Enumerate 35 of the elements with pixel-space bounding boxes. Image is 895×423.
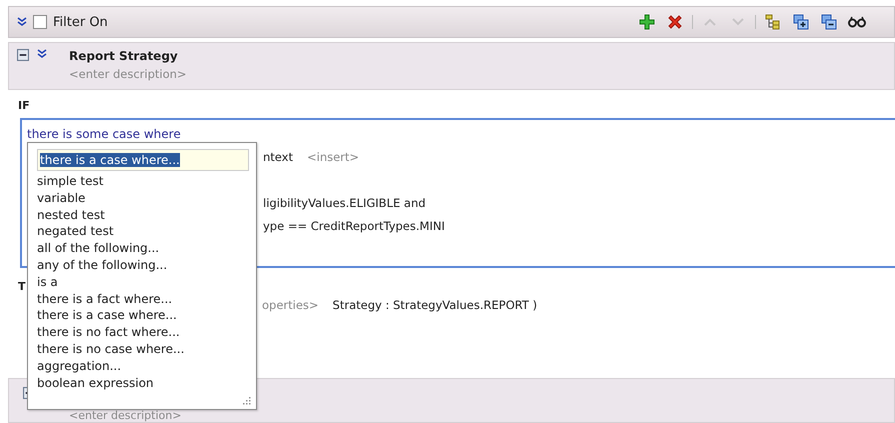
menu-item[interactable]: nested test: [37, 206, 247, 224]
double-chevron-icon[interactable]: [37, 49, 47, 59]
condition-text: Strategy : StrategyValues.REPORT ): [332, 298, 538, 312]
condition-text: ligibilityValues.ELIGIBLE and: [263, 196, 426, 210]
search-field[interactable]: there is a case where...: [37, 149, 249, 171]
collapse-icon[interactable]: [17, 49, 29, 61]
menu-item[interactable]: is a: [37, 274, 247, 291]
menu-item[interactable]: there is a fact where...: [37, 290, 247, 308]
condition-text: ntext: [263, 150, 293, 164]
menu-item[interactable]: there is no fact where...: [37, 324, 247, 341]
delete-icon: [667, 14, 683, 30]
menu-item[interactable]: there is a case where...: [37, 307, 247, 324]
menu-item[interactable]: aggregation...: [37, 358, 247, 375]
menu-item[interactable]: all of the following...: [37, 240, 247, 257]
resize-grip-icon[interactable]: [241, 395, 251, 405]
chevron-down-icon: [731, 16, 745, 28]
menu-item[interactable]: variable: [37, 190, 247, 207]
menu-item[interactable]: boolean expression: [37, 374, 247, 392]
filter-checkbox[interactable]: [33, 15, 47, 29]
expand-all-icon: [793, 14, 809, 30]
double-chevron-icon[interactable]: [17, 17, 27, 27]
filter-label[interactable]: Filter On: [53, 14, 108, 30]
glasses-icon: [848, 16, 866, 28]
chevron-up-icon: [703, 16, 717, 28]
condition-text: ype == CreditReportTypes.MINI: [263, 218, 445, 232]
rule-title: Report Strategy: [69, 49, 179, 63]
tree-icon: [765, 14, 781, 30]
clause-text[interactable]: there is some case where: [27, 126, 181, 140]
section-label: IF: [18, 99, 30, 112]
menu-item[interactable]: simple test: [37, 173, 247, 190]
menu-item[interactable]: there is no case where...: [37, 340, 247, 358]
section-label: T: [18, 280, 26, 293]
add-icon: [639, 14, 655, 30]
menu-item[interactable]: negated test: [37, 223, 247, 240]
collapse-all-icon: [821, 14, 837, 30]
